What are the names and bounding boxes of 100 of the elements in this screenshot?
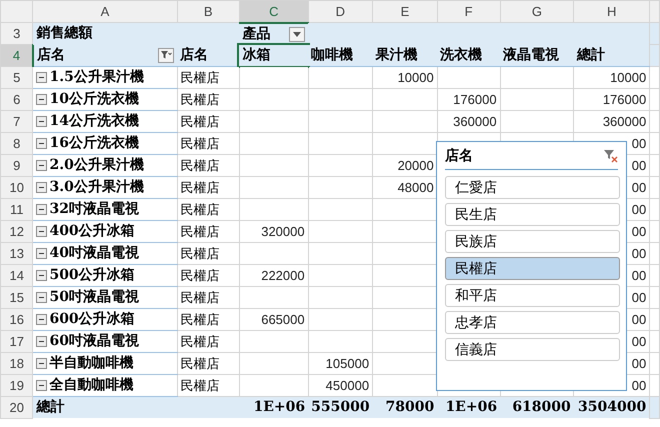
- slicer-item[interactable]: 和平店: [445, 284, 620, 307]
- header-cell-text: 咖啡機: [311, 46, 354, 65]
- row-header[interactable]: 15: [0, 286, 33, 308]
- row-header[interactable]: 11: [0, 198, 33, 220]
- table-cell-text: 32吋液晶電視: [49, 200, 139, 219]
- table-cell-text: 00: [632, 178, 646, 197]
- slicer-item[interactable]: 民生店: [445, 203, 620, 226]
- table-cell-text: 60吋液晶電視: [49, 332, 139, 351]
- collapse-icon[interactable]: [36, 138, 48, 149]
- dropdown-button[interactable]: [289, 26, 306, 42]
- total-cell-text: 總計: [36, 398, 64, 417]
- caret-icon: [293, 32, 302, 36]
- collapse-icon[interactable]: [36, 160, 48, 171]
- table-cell-text: 民權店: [180, 266, 220, 285]
- collapse-icon[interactable]: [36, 380, 48, 391]
- slicer-item[interactable]: 民權店: [445, 257, 620, 280]
- table-cell-text: 48000: [398, 178, 434, 197]
- collapse-icon[interactable]: [36, 226, 48, 237]
- collapse-icon[interactable]: [36, 72, 48, 83]
- table-cell-text: 320000: [261, 222, 305, 241]
- slicer-item[interactable]: 民族店: [445, 230, 620, 253]
- table-cell-text: 民權店: [180, 68, 220, 87]
- total-cell-text: 1E+06: [445, 398, 498, 417]
- header-cell-text: 店名: [36, 46, 65, 65]
- row-header[interactable]: 19: [0, 374, 33, 396]
- collapse-icon[interactable]: [36, 204, 48, 215]
- column-header[interactable]: B: [177, 0, 240, 22]
- table-cell-text: 105000: [326, 354, 370, 373]
- table-cell-text: 360000: [602, 112, 646, 131]
- row-header[interactable]: 8: [0, 132, 33, 154]
- table-cell-text: 民權店: [180, 332, 220, 351]
- collapse-icon[interactable]: [36, 358, 48, 369]
- column-header[interactable]: E: [372, 0, 438, 22]
- table-cell-text: 民權店: [180, 244, 220, 263]
- table-cell-text: 450000: [326, 376, 370, 395]
- header-cell-text: 冰箱: [242, 46, 270, 65]
- collapse-icon[interactable]: [36, 116, 48, 127]
- column-header[interactable]: A: [32, 0, 177, 22]
- column-header[interactable]: G: [500, 0, 574, 22]
- row-header[interactable]: 9: [0, 154, 33, 176]
- slicer-item[interactable]: 信義店: [445, 338, 620, 361]
- table-cell-text: 10公斤洗衣機: [49, 90, 139, 109]
- table-cell-text: 360000: [453, 112, 497, 131]
- table-cell-text: 14公斤洗衣機: [49, 112, 139, 131]
- table-cell-text: 00: [632, 244, 646, 263]
- table-cell-text: 00: [632, 134, 646, 153]
- table-cell-text: 00: [632, 156, 646, 175]
- column-header[interactable]: C: [239, 0, 308, 22]
- row-header[interactable]: 12: [0, 220, 33, 242]
- collapse-icon[interactable]: [36, 94, 48, 105]
- collapse-icon[interactable]: [36, 292, 48, 303]
- row-header[interactable]: 3: [0, 22, 33, 44]
- collapse-icon[interactable]: [36, 314, 48, 325]
- header-cell-text: 店名: [180, 46, 208, 65]
- row-header[interactable]: 18: [0, 352, 33, 374]
- column-header[interactable]: H: [574, 0, 650, 22]
- row-header[interactable]: 5: [0, 66, 33, 88]
- table-cell-text: 00: [632, 332, 646, 351]
- table-cell-text: 00: [632, 288, 646, 307]
- row-header[interactable]: 16: [0, 308, 33, 330]
- row-header[interactable]: 6: [0, 88, 33, 110]
- filter-button[interactable]: [158, 48, 174, 63]
- table-cell-text: 500公升冰箱: [49, 266, 135, 285]
- slicer-item[interactable]: 忠孝店: [445, 311, 620, 334]
- column-header[interactable]: F: [437, 0, 500, 22]
- table-cell-text: 10000: [610, 68, 646, 87]
- total-cell-text: 78000: [386, 398, 434, 417]
- slicer-item[interactable]: 仁愛店: [445, 176, 620, 199]
- collapse-icon[interactable]: [36, 270, 48, 281]
- column-header[interactable]: D: [308, 0, 373, 22]
- row-header[interactable]: 20: [0, 396, 33, 418]
- table-cell-text: 2.0公升果汁機: [49, 156, 144, 175]
- row-header[interactable]: 13: [0, 242, 33, 264]
- table-cell-text: 00: [632, 222, 646, 241]
- row-header[interactable]: 10: [0, 176, 33, 198]
- table-cell-text: 民權店: [180, 90, 220, 109]
- table-cell-text: 16公斤洗衣機: [49, 134, 139, 153]
- total-cell-text: 3504000: [578, 398, 646, 417]
- row-header[interactable]: 17: [0, 330, 33, 352]
- table-cell-text: 3.0公升果汁機: [49, 178, 144, 197]
- table-cell-text: 222000: [261, 266, 305, 285]
- table-cell-text: 民權店: [180, 222, 220, 241]
- header-cell-text: 總計: [576, 46, 605, 65]
- table-cell-text: 民權店: [180, 134, 220, 153]
- row-header[interactable]: 7: [0, 110, 33, 132]
- collapse-icon[interactable]: [36, 336, 48, 347]
- table-cell-text: 176000: [602, 90, 646, 109]
- table-cell-text: 全自動咖啡機: [49, 376, 134, 395]
- table-cell-text: 20000: [398, 156, 434, 175]
- row-header[interactable]: 4: [0, 44, 33, 66]
- clear-filter-icon[interactable]: [604, 150, 618, 163]
- header-cell-text: 果汁機: [376, 46, 418, 65]
- table-cell-text: 00: [632, 200, 646, 219]
- table-cell-text: 民權店: [180, 310, 220, 329]
- table-cell-text: 00: [632, 376, 646, 395]
- table-cell-text: 40吋液晶電視: [49, 244, 139, 263]
- collapse-icon[interactable]: [36, 248, 48, 259]
- row-header[interactable]: 14: [0, 264, 33, 286]
- collapse-icon[interactable]: [36, 182, 48, 193]
- table-cell-text: 00: [632, 354, 646, 373]
